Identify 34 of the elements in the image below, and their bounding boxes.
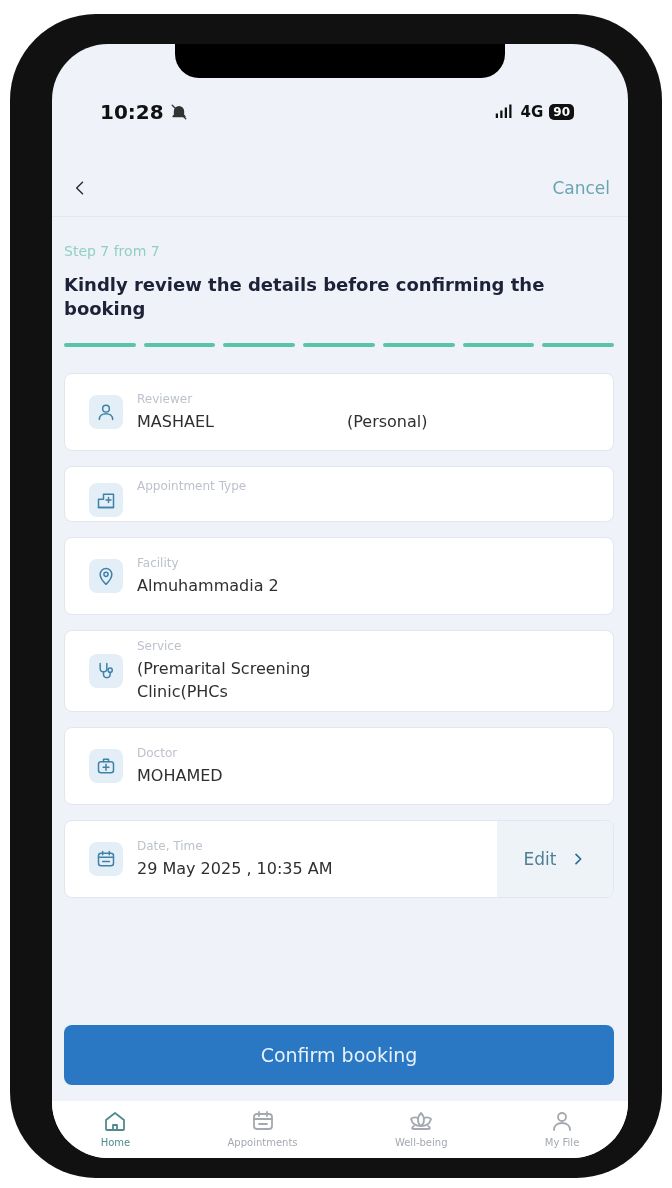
page-heading: Kindly review the details before confirming the booking <box>64 273 546 321</box>
field-label: Facility <box>137 555 180 570</box>
edit-button[interactable]: Edit <box>497 821 613 897</box>
field-label: Appointment Type <box>137 479 247 493</box>
tab-item[interactable]: Well-being <box>388 1109 454 1148</box>
clock-time: 10:28 <box>100 100 164 124</box>
person-icon <box>96 402 116 422</box>
lotus-icon <box>409 1109 434 1133</box>
field-value: (Premarital Screening Clinic(PHCs <box>137 658 312 703</box>
field-label: Doctor <box>137 745 179 760</box>
step-label: Step 7 from 7 <box>64 243 161 259</box>
field-value: Almuhammadia 2 <box>137 574 280 597</box>
calendar-icon <box>96 849 116 869</box>
field-note: (Personal) <box>347 411 428 431</box>
field-value: 29 May 2025 , 10:35 AM <box>137 857 334 880</box>
home-icon <box>103 1109 128 1133</box>
confirm-booking-button[interactable]: Confirm booking <box>64 1025 614 1085</box>
network-type: 4G <box>520 103 544 121</box>
field-label: Date, Time <box>137 838 204 853</box>
field-label: Service <box>137 639 183 653</box>
cancel-button[interactable]: Cancel <box>552 178 610 198</box>
stethoscope-icon <box>96 661 116 681</box>
battery-level: 90 <box>549 104 574 120</box>
calendar-icon <box>250 1109 275 1133</box>
muted-bell-icon <box>169 103 188 121</box>
clinic-icon <box>96 490 116 510</box>
location-pin-icon <box>96 566 116 586</box>
tab-item[interactable]: Home <box>94 1109 137 1148</box>
tab-item[interactable]: My File <box>538 1109 586 1148</box>
tab-item[interactable]: Appointments <box>221 1109 304 1148</box>
field-value: MASHAEL <box>137 410 215 433</box>
field-label: Reviewer <box>137 391 194 406</box>
medical-bag-icon <box>96 756 116 776</box>
field-value: MOHAMED <box>137 764 224 787</box>
